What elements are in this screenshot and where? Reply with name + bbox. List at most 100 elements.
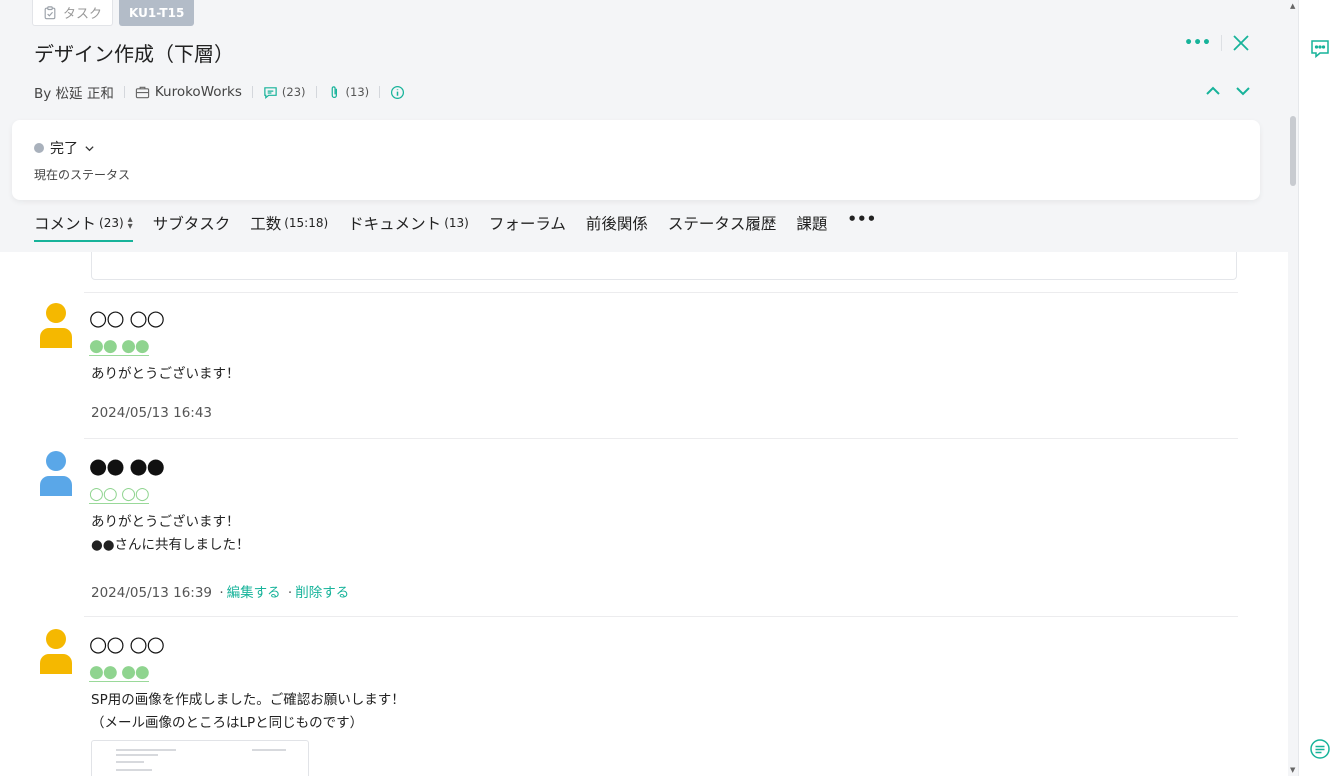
comment-author-role: ●● ●●: [89, 336, 150, 356]
scrollbar-thumb[interactable]: [1290, 116, 1296, 186]
message-list-icon[interactable]: [1309, 738, 1331, 760]
tab-label: 工数: [250, 215, 282, 233]
tab-label: 前後関係: [585, 215, 648, 233]
comment-line: ありがとうございます！: [91, 514, 240, 530]
comment-body: SP用の画像を作成しました。ご確認お願いします！ （メール画像のところはLPと同…: [91, 689, 405, 735]
comment-body: ありがとうございます！ ●●さんに共有しました！: [91, 511, 250, 557]
tab-comments[interactable]: コメント (23) ▴ ▾: [34, 212, 133, 242]
task-type-chip: タスク: [32, 0, 114, 26]
comment-body: ありがとうございます！: [91, 363, 240, 386]
tab-effort[interactable]: 工数 (15:18): [250, 212, 328, 242]
comment-divider: [84, 616, 1238, 617]
task-id-badge: KU1-T15: [119, 0, 195, 26]
status-value: 完了: [50, 141, 78, 157]
comment-author[interactable]: ○○ ○○: [89, 632, 165, 656]
comment-line: ●●さんに共有しました！: [91, 537, 250, 553]
clipboard-icon: [44, 5, 56, 19]
chat-icon[interactable]: [1309, 38, 1331, 60]
tab-label: フォーラム: [488, 215, 566, 233]
close-icon[interactable]: [1232, 34, 1250, 52]
attachments-count: (13): [345, 85, 370, 99]
tab-documents[interactable]: ドキュメント (13): [348, 212, 469, 242]
comment-icon: [264, 86, 277, 99]
paperclip-icon: [331, 85, 337, 98]
sort-icon[interactable]: ▴ ▾: [128, 215, 133, 232]
comment-timestamp: 2024/05/13 16:43: [91, 405, 213, 421]
attachment-thumbnail[interactable]: [91, 740, 309, 776]
tab-label: サブタスク: [152, 215, 231, 233]
chevron-up-icon[interactable]: [1204, 82, 1222, 100]
status-dot: [34, 143, 44, 153]
divider: [123, 86, 125, 98]
comments-count: (23): [281, 85, 306, 99]
comment-list: ○○ ○○ ●● ●● ありがとうございます！ 2024/05/13 16:43…: [0, 252, 1288, 776]
previous-comment-attachment: [91, 252, 1237, 280]
briefcase-icon: [135, 86, 149, 98]
task-nav: [1204, 82, 1252, 100]
comments-count-link[interactable]: (23): [263, 85, 306, 100]
status-card: 完了 現在のステータス: [12, 120, 1260, 200]
scrollbar[interactable]: ▲ ▼: [1288, 0, 1298, 776]
avatar: [40, 629, 72, 674]
tab-count: (13): [444, 216, 469, 230]
attachments-count-link[interactable]: (13): [327, 85, 370, 100]
tab-status-history[interactable]: ステータス履歴: [668, 212, 777, 242]
thumbnail-line: [252, 749, 286, 751]
comment-author[interactable]: ●● ●●: [89, 454, 165, 478]
chevron-down-icon: [85, 145, 94, 151]
tab-issues[interactable]: 課題: [796, 212, 827, 242]
thumbnail-line: [116, 761, 144, 763]
tab-label: ドキュメント: [348, 215, 442, 233]
status-caption: 現在のステータス: [34, 168, 131, 182]
tab-subtasks[interactable]: サブタスク: [153, 212, 231, 242]
task-author: By 松延 正和: [34, 86, 114, 102]
comment-author-role: ○○ ○○: [89, 484, 150, 504]
comment-author-role: ●● ●●: [89, 662, 150, 682]
tab-label: ステータス履歴: [667, 215, 777, 233]
edit-comment-link[interactable]: 編集する: [227, 585, 281, 601]
divider: [379, 86, 381, 98]
comment-author[interactable]: ○○ ○○: [89, 306, 165, 330]
comment-line: SP用の画像を作成しました。ご確認お願いします！: [91, 692, 405, 708]
tab-label: コメント: [34, 215, 97, 233]
thumbnail-line: [116, 749, 176, 751]
more-icon[interactable]: •••: [1184, 35, 1211, 51]
tab-forum[interactable]: フォーラム: [489, 212, 566, 242]
separator-dot: ·: [219, 585, 224, 601]
comment-meta: 2024/05/13 16:43: [91, 405, 212, 421]
thumbnail-line: [116, 754, 158, 756]
project-name[interactable]: KurokoWorks: [155, 84, 242, 100]
delete-comment-link[interactable]: 削除する: [295, 585, 349, 601]
comment-timestamp: 2024/05/13 16:39: [91, 585, 213, 601]
comment-divider: [84, 292, 1238, 293]
comment-item: ○○ ○○ ●● ●● SP用の画像を作成しました。ご確認お願いします！ （メー…: [38, 628, 1238, 776]
tab-more-icon[interactable]: •••: [847, 210, 876, 228]
task-header: タスク KU1-T15 デザイン作成（下層） ••• By 松延 正和 Kuro…: [0, 0, 1288, 252]
task-title: デザイン作成（下層）: [34, 42, 234, 66]
tab-label: 課題: [796, 215, 828, 233]
task-type-label: タスク: [63, 7, 103, 22]
divider: [315, 86, 317, 98]
scroll-up-icon[interactable]: ▲: [1290, 2, 1295, 10]
divider: [1221, 35, 1222, 51]
type-row: タスク KU1-T15: [32, 0, 195, 26]
task-detail-panel: タスク KU1-T15 デザイン作成（下層） ••• By 松延 正和 Kuro…: [0, 0, 1288, 776]
chevron-down-icon[interactable]: [1234, 82, 1252, 100]
thumbnail-line: [116, 769, 152, 771]
avatar: [40, 451, 72, 496]
comment-item: ●● ●● ○○ ○○ ありがとうございます！ ●●さんに共有しました！ 202…: [38, 450, 1238, 610]
scroll-down-icon[interactable]: ▼: [1290, 766, 1295, 774]
info-icon[interactable]: [390, 85, 405, 100]
tab-bar: コメント (23) ▴ ▾ サブタスク 工数 (15:18) ドキュメント (13…: [34, 210, 876, 242]
status-dropdown[interactable]: 完了: [34, 138, 95, 158]
tab-relations[interactable]: 前後関係: [586, 212, 648, 242]
tab-count: (23): [99, 216, 124, 230]
right-rail: [1298, 0, 1340, 776]
divider: [251, 86, 253, 98]
comment-line: （メール画像のところはLPと同じものです）: [91, 715, 364, 731]
separator-dot: ·: [287, 585, 293, 601]
tab-count: (15:18): [284, 216, 329, 230]
comment-meta: 2024/05/13 16:39 · 編集する · 削除する: [91, 581, 349, 601]
comment-divider: [84, 438, 1238, 439]
comment-line: ありがとうございます！: [91, 366, 240, 382]
